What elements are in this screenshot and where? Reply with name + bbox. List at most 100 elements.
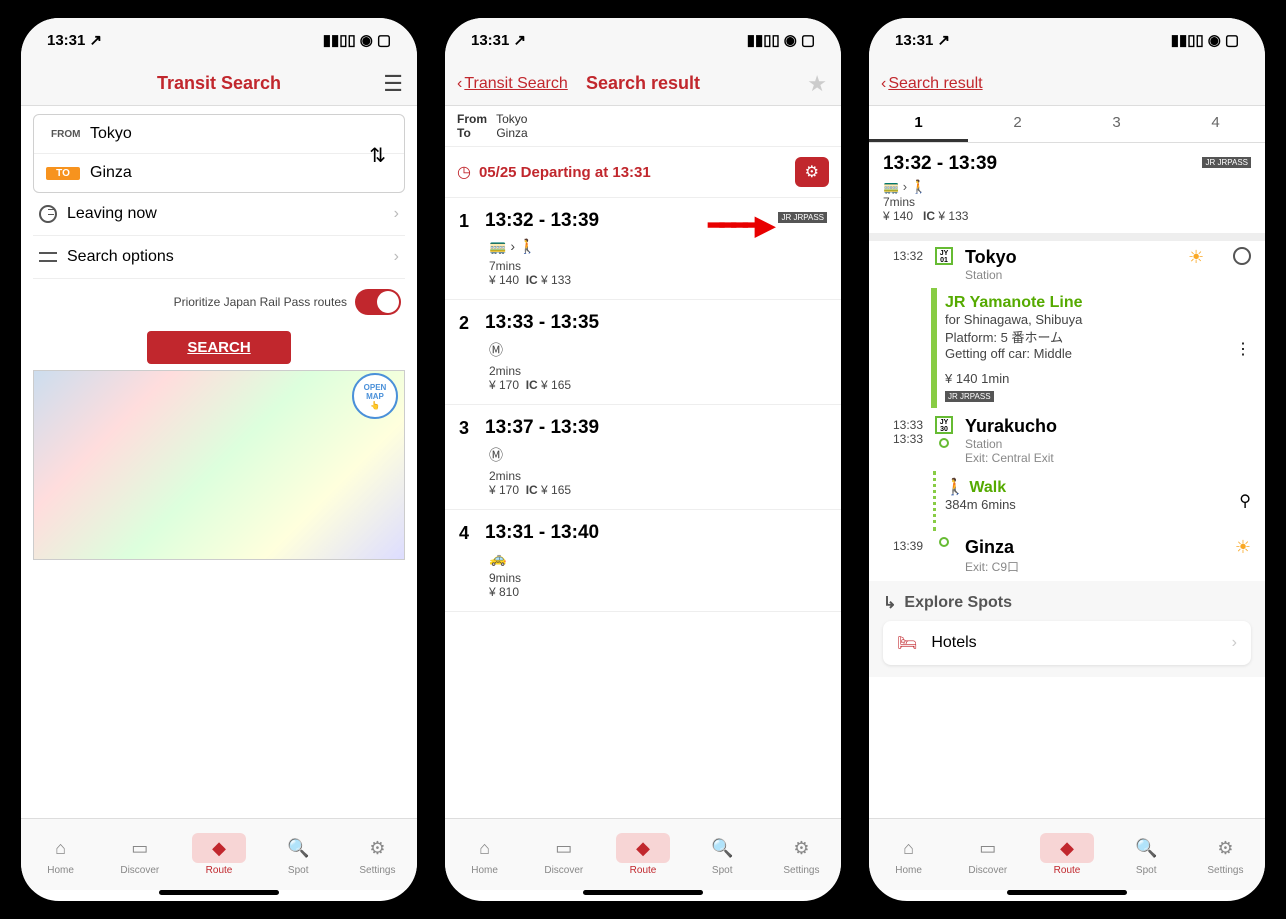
tab-settings[interactable]: ⚙Settings <box>762 819 841 890</box>
chevron-right-icon: › <box>394 248 399 266</box>
tab-home[interactable]: ⌂Home <box>21 819 100 890</box>
prioritize-row: Prioritize Japan Rail Pass routes <box>33 279 405 325</box>
to-row[interactable]: TO Ginza <box>34 153 404 192</box>
to-value: Ginza <box>90 164 132 182</box>
depart-text[interactable]: 05/25 Departing at 13:31 <box>479 164 787 181</box>
nav-title: Search result <box>586 73 700 94</box>
tab-spot[interactable]: 🔍Spot <box>1107 819 1186 890</box>
walk-icon: 🚶 <box>911 179 927 194</box>
arrow-annotation: ━━━━▶ <box>708 210 771 241</box>
clock-icon <box>39 205 57 223</box>
tab-bar: ⌂Home ▭Discover ◆Route 🔍Spot ⚙Settings <box>21 818 417 890</box>
prioritize-toggle[interactable] <box>355 289 401 315</box>
clock-icon: ◷ <box>457 162 471 182</box>
to-label: TO <box>46 167 80 180</box>
tab-settings[interactable]: ⚙Settings <box>338 819 417 890</box>
chevron-right-icon: › <box>1232 634 1237 652</box>
battery-icon: ▢ <box>377 31 391 49</box>
search-button[interactable]: SEARCH <box>147 331 290 364</box>
tab-discover[interactable]: ▭Discover <box>100 819 179 890</box>
detail-tab-4[interactable]: 4 <box>1166 106 1265 142</box>
prioritize-label: Prioritize Japan Rail Pass routes <box>174 295 347 309</box>
tab-home[interactable]: ⌂Home <box>869 819 948 890</box>
map-pin-icon[interactable]: ⚲ <box>1239 491 1251 511</box>
more-vert-icon[interactable]: ⋮ <box>1235 339 1251 359</box>
walk-icon: 🚶 <box>945 479 965 496</box>
explore-section: ↳Explore Spots 🛏 Hotels › <box>869 581 1265 677</box>
train-icon: 🚃 <box>883 179 899 194</box>
tab-bar: ⌂Home ▭Discover ◆Route 🔍Spot ⚙Settings <box>869 818 1265 890</box>
station-tokyo: 13:32 JY 01 Tokyo Station ☀ <box>883 241 1251 288</box>
sliders-icon <box>39 250 57 264</box>
tab-spot[interactable]: 🔍Spot <box>259 819 338 890</box>
arrow-corner-icon: ↳ <box>883 593 896 613</box>
open-map-button[interactable]: OPEN MAP👆 <box>352 373 398 419</box>
detail-tabs: 1 2 3 4 <box>869 106 1265 143</box>
menu-list-icon[interactable]: ☰ <box>383 71 403 97</box>
search-icon: 🔍 <box>271 833 325 863</box>
tab-spot[interactable]: 🔍Spot <box>683 819 762 890</box>
clock-outline-icon[interactable] <box>1233 247 1251 265</box>
hotel-icon: 🛏 <box>897 633 917 653</box>
detail-tab-1[interactable]: 1 <box>869 106 968 142</box>
route-icon: ◆ <box>192 833 246 863</box>
detail-summary: 13:32 - 13:39 JR JRPASS 🚃 › 🚶 7mins ¥ 14… <box>869 143 1265 241</box>
options-label: Search options <box>67 248 174 266</box>
depart-row: ◷ 05/25 Departing at 13:31 ⚙ <box>445 147 841 198</box>
status-right: ▮▮▯▯ ◉ ▢ <box>323 31 391 49</box>
home-indicator <box>1007 890 1127 895</box>
home-indicator <box>159 890 279 895</box>
nav-bar: ‹Search result <box>869 62 1265 106</box>
tab-route[interactable]: ◆Route <box>179 819 258 890</box>
status-bar: 13:31 ↗ ▮▮▯▯◉▢ <box>445 18 841 62</box>
search-options-row[interactable]: Search options › <box>33 236 405 279</box>
result-item[interactable]: 313:37 - 13:39 Ⓜ 2mins ¥ 170 IC ¥ 165 <box>445 405 841 510</box>
tab-route[interactable]: ◆Route <box>603 819 682 890</box>
summary-time: 13:32 - 13:39 <box>883 153 1251 175</box>
route-summary: From Tokyo To Ginza <box>445 106 841 147</box>
leaving-now-row[interactable]: Leaving now › <box>33 193 405 236</box>
from-row[interactable]: FROM Tokyo <box>34 115 404 153</box>
tab-bar: ⌂Home ▭Discover ◆Route 🔍Spot ⚙Settings <box>445 818 841 890</box>
detail-tab-3[interactable]: 3 <box>1067 106 1166 142</box>
back-button[interactable]: ‹Transit Search <box>457 75 568 93</box>
leaving-label: Leaving now <box>67 205 157 223</box>
nav-bar: ‹Transit Search Search result ★ <box>445 62 841 106</box>
result-item[interactable]: 413:31 - 13:40 🚕 9mins ¥ 810 <box>445 510 841 612</box>
status-time: 13:31 <box>47 32 85 49</box>
back-button[interactable]: ‹Search result <box>881 75 983 93</box>
swap-icon[interactable]: ⇅ <box>369 143 386 168</box>
status-bar: 13:31 ↗ ▮▮▯▯ ◉ ▢ <box>21 18 417 62</box>
location-arrow-icon: ↗ <box>85 32 102 49</box>
detail-tab-2[interactable]: 2 <box>968 106 1067 142</box>
result-item[interactable]: 113:32 - 13:39 JR JRPASS━━━━▶ 🚃 › 🚶 7min… <box>445 198 841 300</box>
tab-settings[interactable]: ⚙Settings <box>1186 819 1265 890</box>
station-ginza: 13:39 Ginza Exit: C9口 ☀ <box>883 531 1251 581</box>
nav-title: Transit Search <box>157 73 281 94</box>
map-preview[interactable]: OPEN MAP👆 <box>33 370 405 560</box>
tab-discover[interactable]: ▭Discover <box>524 819 603 890</box>
book-icon: ▭ <box>113 833 167 863</box>
tab-home[interactable]: ⌂Home <box>445 819 524 890</box>
from-label: FROM <box>46 128 80 141</box>
phone-detail: 13:31 ↗ ▮▮▯▯◉▢ ‹Search result 1 2 3 4 13… <box>859 8 1275 911</box>
station-code-badge: JY 01 <box>935 247 953 265</box>
tab-route[interactable]: ◆Route <box>1027 819 1106 890</box>
station-yurakucho: 13:3313:33 JY 30 Yurakucho Station Exit:… <box>883 410 1251 471</box>
jrpass-badge: JR JRPASS <box>1202 157 1251 168</box>
status-bar: 13:31 ↗ ▮▮▯▯◉▢ <box>869 18 1265 62</box>
gear-icon: ⚙ <box>350 833 404 863</box>
wifi-icon: ◉ <box>360 31 373 49</box>
signal-icon: ▮▮▯▯ <box>323 31 356 49</box>
chevron-right-icon: › <box>394 205 399 223</box>
favorite-star-icon[interactable]: ★ <box>807 71 827 97</box>
filter-button[interactable]: ⚙ <box>795 157 829 187</box>
result-item[interactable]: 213:33 - 13:35 Ⓜ 2mins ¥ 170 IC ¥ 165 <box>445 300 841 405</box>
home-indicator <box>583 890 703 895</box>
tab-discover[interactable]: ▭Discover <box>948 819 1027 890</box>
results-list: 113:32 - 13:39 JR JRPASS━━━━▶ 🚃 › 🚶 7min… <box>445 198 841 612</box>
sun-icon: ☀ <box>1235 537 1251 558</box>
from-value: Tokyo <box>90 125 132 143</box>
nav-bar: Transit Search ☰ <box>21 62 417 106</box>
hotels-card[interactable]: 🛏 Hotels › <box>883 621 1251 665</box>
